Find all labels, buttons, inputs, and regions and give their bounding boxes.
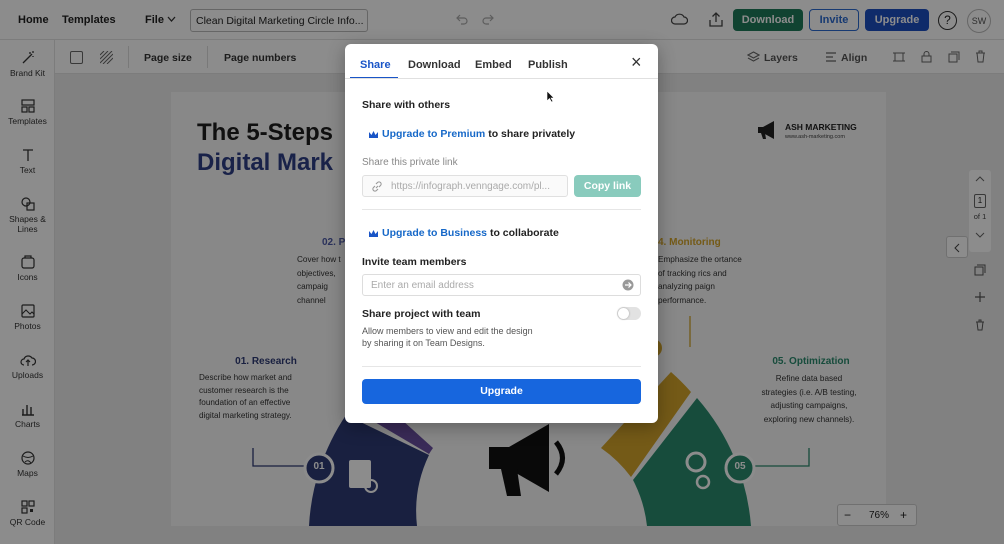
copy-link-button[interactable]: Copy link — [574, 175, 641, 197]
mouse-cursor-icon — [546, 90, 555, 103]
share-heading: Share with others — [362, 99, 451, 111]
business-upsell-text: to collaborate — [487, 227, 559, 239]
email-field[interactable]: Enter an email address — [362, 274, 641, 296]
private-link-label: Share this private link — [362, 157, 458, 168]
premium-upsell-text: to share privately — [485, 128, 576, 140]
crown-icon — [369, 131, 378, 138]
invite-heading: Invite team members — [362, 256, 467, 268]
tab-divider — [345, 78, 658, 79]
crown-icon — [369, 230, 378, 237]
tab-share[interactable]: Share — [360, 59, 391, 71]
tab-download[interactable]: Download — [408, 59, 461, 71]
team-description-2: by sharing it on Team Designs. — [362, 338, 485, 348]
section-divider — [362, 366, 641, 367]
close-icon[interactable]: × — [631, 52, 642, 73]
email-placeholder: Enter an email address — [371, 280, 474, 291]
team-description-1: Allow members to view and edit the desig… — [362, 326, 533, 336]
submit-arrow-icon[interactable] — [622, 279, 634, 291]
share-modal: Share Download Embed Publish × Share wit… — [345, 44, 658, 423]
upgrade-premium-link[interactable]: Upgrade to Premium — [382, 128, 485, 140]
toggle-knob — [618, 308, 629, 319]
tab-embed[interactable]: Embed — [475, 59, 512, 71]
team-heading: Share project with team — [362, 308, 481, 320]
link-icon — [372, 181, 382, 192]
share-team-toggle[interactable] — [617, 307, 641, 320]
section-divider — [362, 209, 641, 210]
private-link-value: https://infograph.venngage.com/pl... — [391, 181, 550, 192]
private-link-field: https://infograph.venngage.com/pl... — [362, 175, 568, 197]
modal-upgrade-button[interactable]: Upgrade — [362, 379, 641, 404]
premium-upsell: Upgrade to Premium to share privately — [382, 128, 575, 140]
upgrade-business-link[interactable]: Upgrade to Business — [382, 227, 487, 239]
tab-publish[interactable]: Publish — [528, 59, 568, 71]
business-upsell: Upgrade to Business to collaborate — [382, 227, 559, 239]
